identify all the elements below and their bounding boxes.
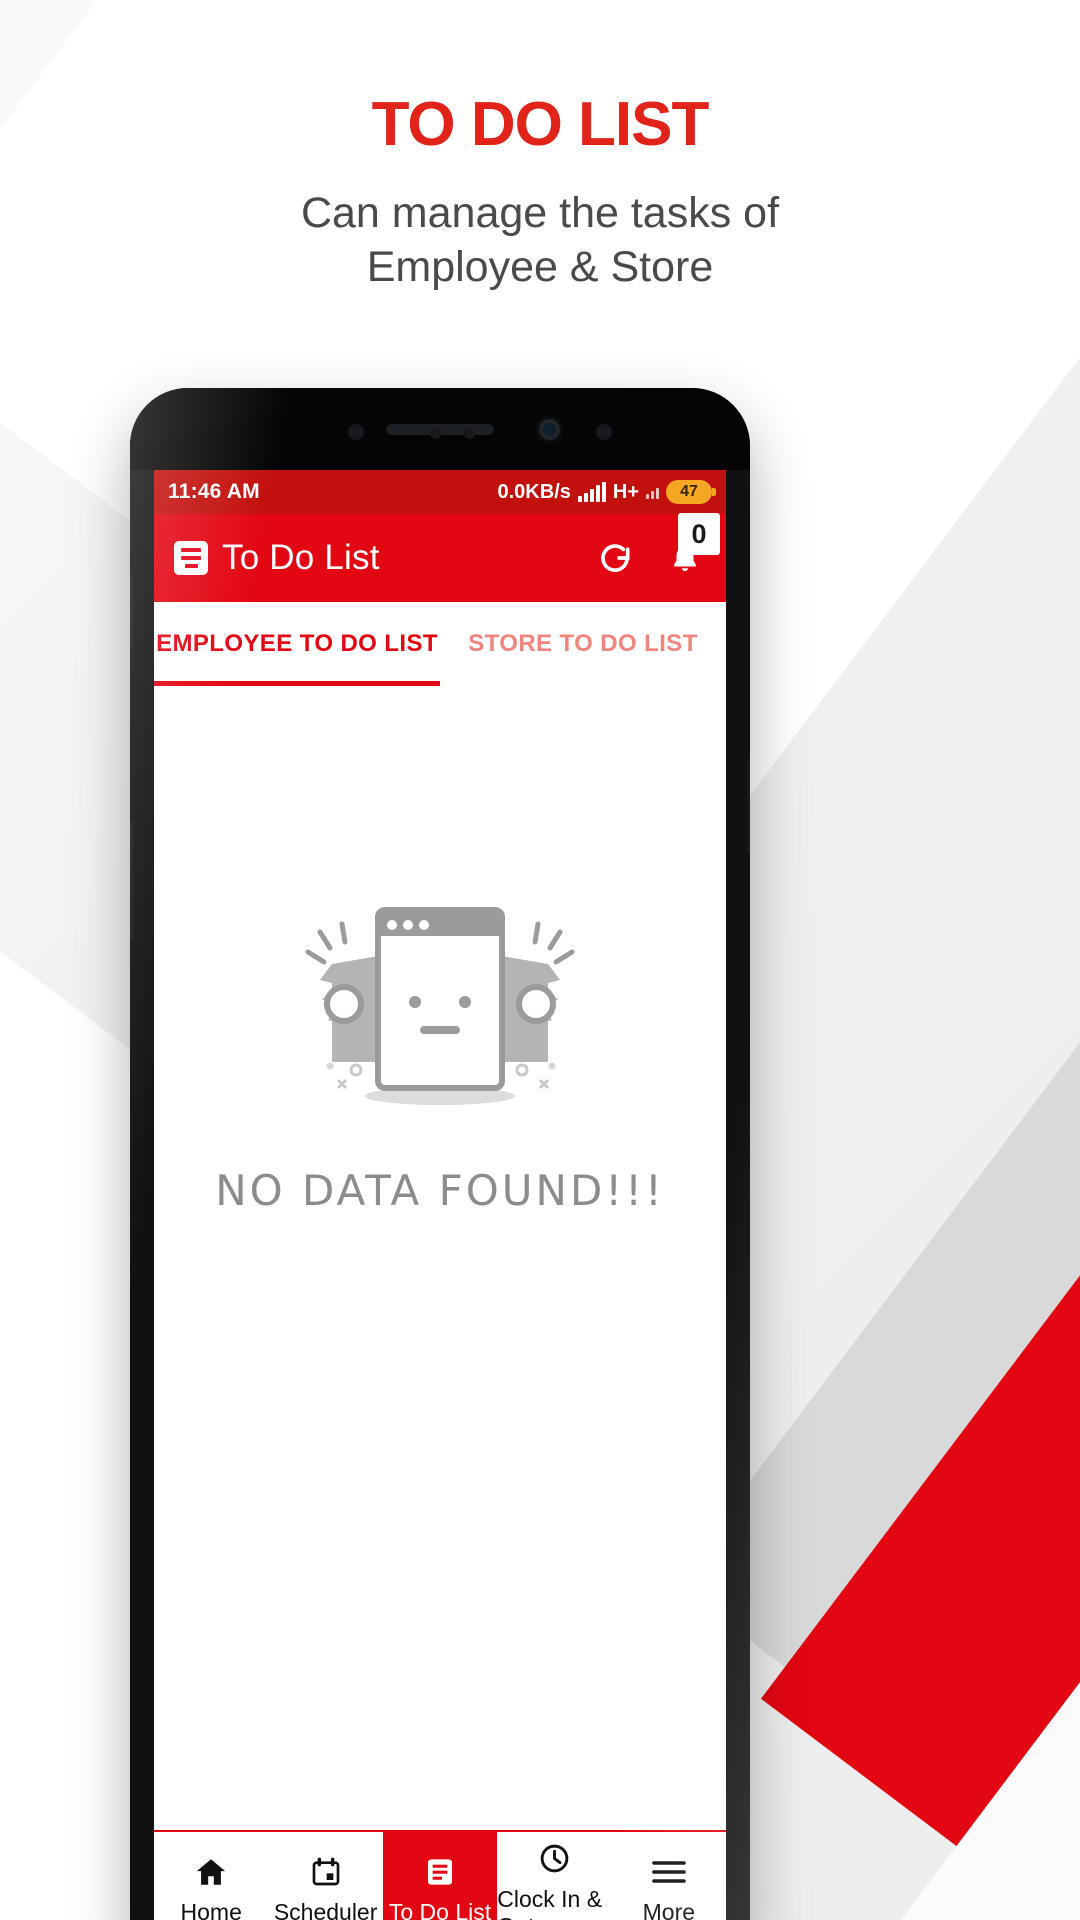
no-data-illustration — [305, 907, 575, 1105]
network-type-text: H+ — [612, 480, 639, 503]
nav-label-home: Home — [180, 1899, 242, 1920]
list-icon[interactable] — [174, 541, 208, 575]
refresh-icon[interactable] — [594, 537, 636, 579]
led-indicator — [596, 424, 612, 440]
app-bar-actions: 0 — [594, 513, 720, 579]
status-bar: 11:46 AM 0.0KB/s H+ 47 — [154, 470, 726, 514]
ambient-sensor — [430, 428, 441, 439]
list-icon — [424, 1854, 456, 1890]
promo-title: TO DO LIST — [371, 90, 710, 159]
nav-label-to-do-list: To Do List — [388, 1899, 492, 1920]
nav-item-home[interactable]: Home — [154, 1832, 268, 1920]
proximity-sensor — [348, 424, 364, 440]
app-bar-left: To Do List — [174, 538, 380, 578]
status-bar-time: 11:46 AM — [168, 480, 260, 503]
calendar-icon — [310, 1854, 342, 1890]
nav-item-to-do-list[interactable]: To Do List — [382, 1832, 498, 1920]
empty-state-message: NO DATA FOUND!!! — [215, 1166, 665, 1215]
status-bar-indicators: 0.0KB/s H+ 47 — [497, 480, 716, 504]
battery-icon: 47 — [666, 480, 716, 504]
phone-screen: 11:46 AM 0.0KB/s H+ 47 To Do List 0 EMPL… — [154, 470, 726, 1920]
tab-store-to-do-list[interactable]: STORE TO DO LIST — [440, 602, 726, 686]
front-camera — [536, 416, 563, 443]
hamburger-icon — [651, 1854, 687, 1890]
signal-bars-secondary-icon — [646, 485, 659, 499]
nav-label-scheduler: Scheduler — [273, 1899, 378, 1920]
promo-header: TO DO LIST Can manage the tasks of Emplo… — [0, 92, 1080, 295]
power-button[interactable] — [747, 758, 750, 854]
nav-item-scheduler[interactable]: Scheduler — [268, 1832, 382, 1920]
volume-down-button[interactable] — [130, 820, 133, 940]
promo-subtitle-line1: Can manage the tasks of — [300, 189, 780, 238]
signal-bars-icon — [577, 482, 606, 502]
phone-mockup: 11:46 AM 0.0KB/s H+ 47 To Do List 0 EMPL… — [130, 388, 750, 1920]
tab-bar: EMPLOYEE TO DO LIST STORE TO DO LIST — [154, 602, 726, 686]
iris-sensor — [464, 428, 475, 439]
empty-state-content: NO DATA FOUND!!! — [154, 686, 726, 1830]
home-icon — [194, 1854, 228, 1890]
app-bar: To Do List 0 — [154, 513, 726, 602]
nav-label-more: More — [642, 1899, 696, 1920]
battery-level-text: 47 — [680, 483, 698, 500]
promo-subtitle: Can manage the tasks of Employee & Store — [0, 187, 1080, 295]
network-speed-text: 0.0KB/s — [497, 480, 571, 503]
volume-up-button[interactable] — [130, 574, 133, 648]
nav-label-clock-in-out: Clock In & Out — [497, 1885, 603, 1920]
app-bar-title: To Do List — [222, 538, 380, 577]
phone-top-bezel — [130, 388, 750, 470]
clock-icon — [538, 1841, 571, 1877]
notification-badge[interactable]: 0 — [678, 513, 720, 555]
nav-item-more[interactable]: More — [612, 1832, 726, 1920]
promo-subtitle-line2: Employee & Store — [366, 242, 714, 291]
bottom-navigation-bar: Home Scheduler To Do List Clock In & Mor… — [154, 1830, 726, 1920]
nav-item-clock-in-out[interactable]: Clock In & Out — [497, 1832, 611, 1920]
tab-employee-to-do-list[interactable]: EMPLOYEE TO DO LIST — [154, 602, 440, 686]
